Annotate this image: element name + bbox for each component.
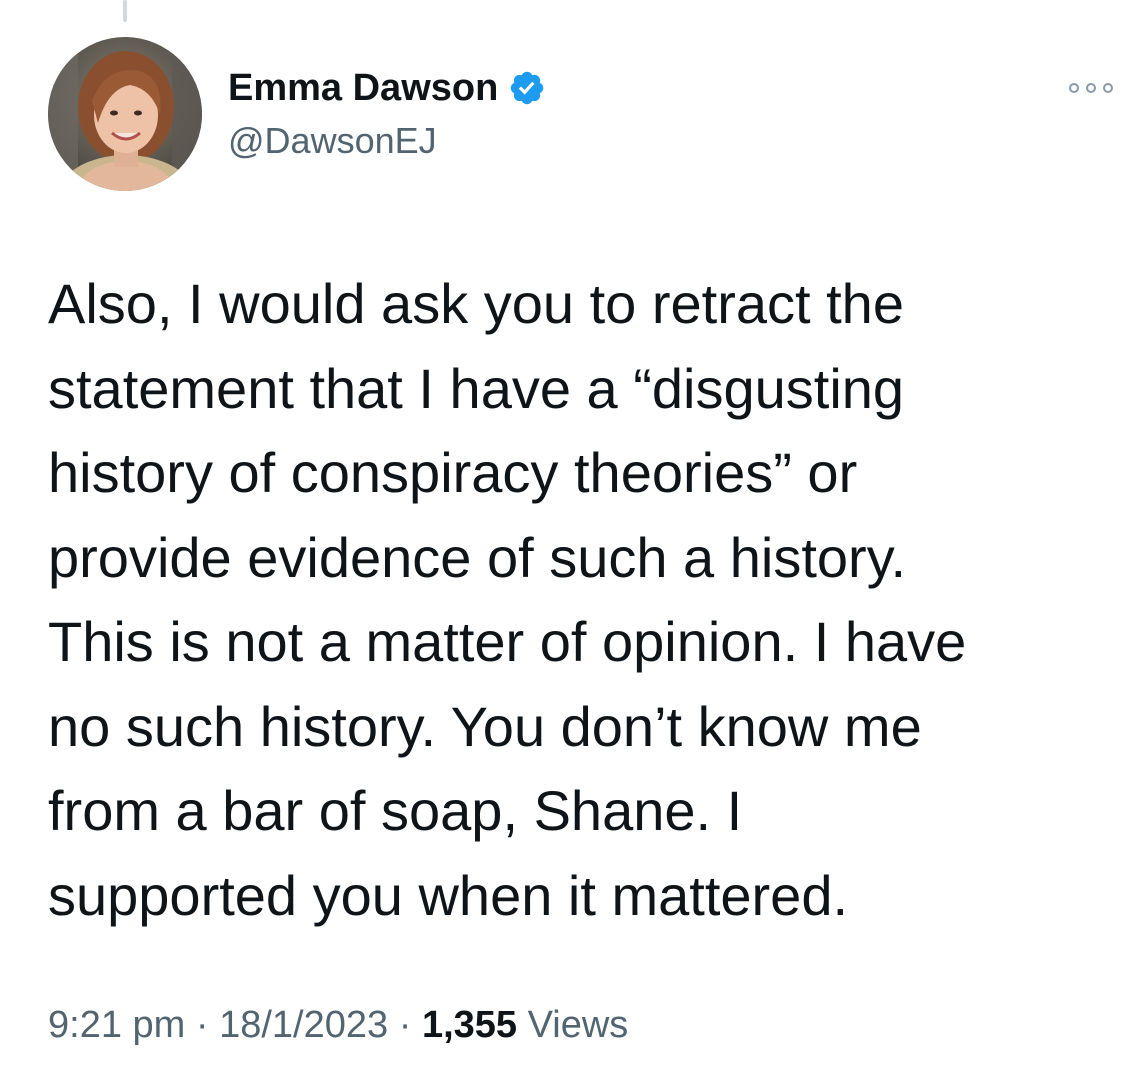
author-handle[interactable]: @DawsonEJ	[228, 120, 546, 162]
tweet-date[interactable]: 18/1/2023	[219, 1004, 388, 1046]
tweet-time[interactable]: 9:21 pm	[48, 1004, 185, 1046]
verified-badge-icon[interactable]	[508, 69, 546, 107]
tweet-metadata: 9:21 pm · 18/1/2023 · 1,355 Views	[48, 1004, 628, 1047]
avatar-photo	[48, 37, 202, 191]
views-label: Views	[527, 1004, 629, 1046]
thread-connector-line	[123, 0, 127, 22]
avatar[interactable]	[48, 37, 202, 191]
more-options-icon[interactable]	[1066, 78, 1116, 98]
meta-separator: ·	[398, 1004, 412, 1046]
tweet-author: Emma Dawson @DawsonEJ	[228, 62, 546, 162]
tweet-text: Also, I would ask you to retract the sta…	[48, 272, 967, 927]
views-count: 1,355	[421, 1004, 518, 1046]
author-display-name[interactable]: Emma Dawson	[228, 67, 498, 110]
author-name-row: Emma Dawson	[228, 62, 546, 114]
meta-separator: ·	[195, 1004, 209, 1046]
